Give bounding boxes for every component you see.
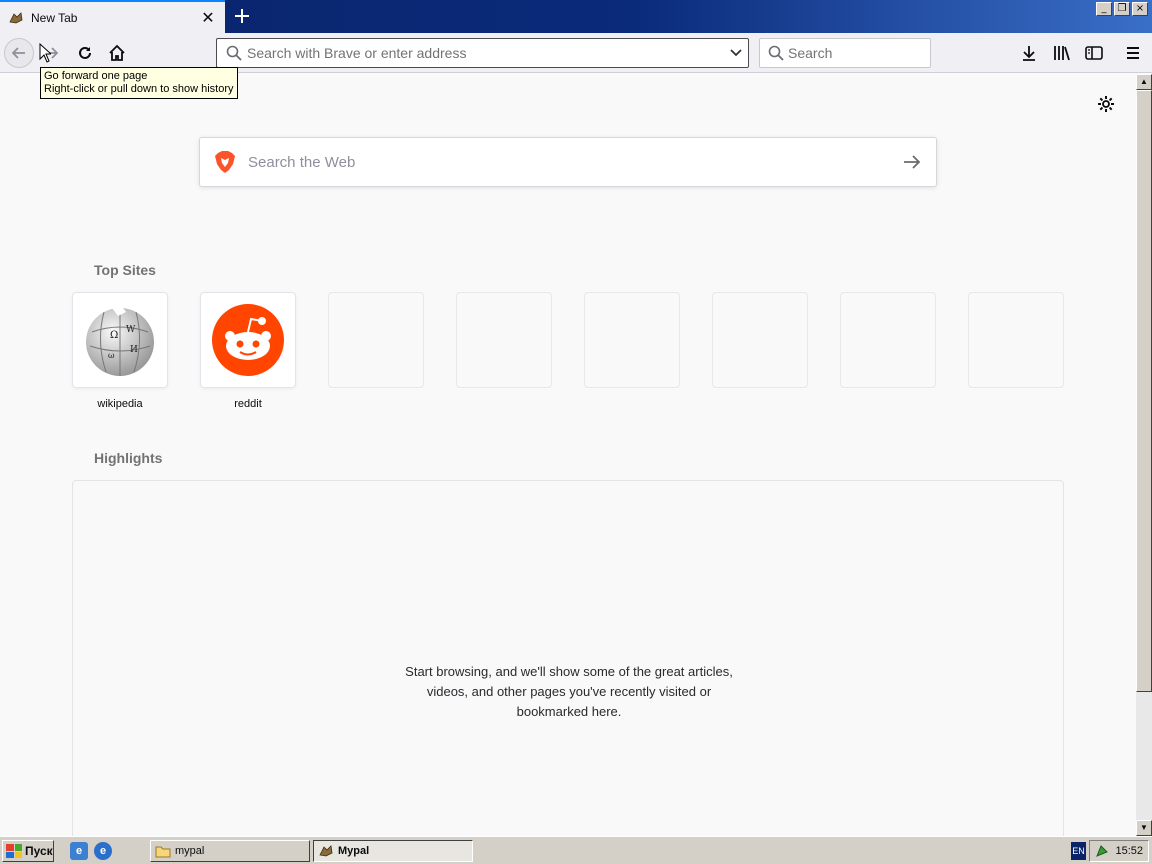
sidebar-button[interactable]: [1079, 38, 1109, 68]
empty-site-tile[interactable]: [328, 292, 424, 388]
task-label: mypal: [175, 845, 205, 857]
mouse-cursor-icon: [39, 43, 51, 63]
search-submit-arrow-icon[interactable]: [888, 138, 936, 186]
site-label: wikipedia: [97, 398, 143, 410]
restore-button[interactable]: ❐: [1114, 2, 1130, 16]
taskbar-item-browser[interactable]: Mypal: [313, 840, 473, 862]
plus-icon: [235, 9, 249, 23]
url-bar[interactable]: [216, 38, 749, 68]
site-tile[interactable]: Ω W И ω: [72, 292, 168, 388]
svg-text:W: W: [126, 325, 136, 335]
scroll-down-arrow-icon[interactable]: ▼: [1136, 820, 1152, 836]
arrow-left-icon: [11, 47, 25, 59]
empty-site-tile[interactable]: [584, 292, 680, 388]
hamburger-menu-icon: [1127, 47, 1139, 59]
downloads-button[interactable]: [1014, 38, 1044, 68]
highlights-panel: Start browsing, and we'll show some of t…: [72, 480, 1064, 836]
tray-app-icon[interactable]: [1095, 844, 1109, 858]
search-input[interactable]: [788, 40, 969, 66]
top-site-empty[interactable]: [584, 292, 680, 388]
search-bar[interactable]: [759, 38, 969, 68]
top-site-wikipedia[interactable]: Ω W И ω wikipedia: [72, 292, 168, 410]
back-button[interactable]: [4, 38, 34, 68]
scrollbar-thumb[interactable]: [1136, 90, 1152, 692]
top-site-empty[interactable]: [328, 292, 424, 388]
highlights-message-line: bookmarked here.: [516, 704, 622, 719]
title-bar: New Tab ✕ _ ❐ ×: [0, 0, 1152, 33]
highlights-empty-message: Start browsing, and we'll show some of t…: [73, 662, 1065, 722]
highlights-title: Highlights: [94, 450, 163, 466]
svg-text:Ω: Ω: [110, 330, 118, 341]
forward-tooltip: Go forward one page Right-click or pull …: [40, 67, 238, 99]
internet-explorer-icon[interactable]: e: [94, 842, 112, 860]
taskbar-item-folder[interactable]: mypal: [150, 840, 310, 862]
tab-title: New Tab: [31, 10, 78, 25]
home-icon: [109, 44, 125, 61]
show-desktop-icon[interactable]: e: [70, 842, 88, 860]
top-site-reddit[interactable]: reddit: [200, 292, 296, 410]
top-site-empty[interactable]: [712, 292, 808, 388]
task-label: Mypal: [338, 845, 370, 857]
url-input[interactable]: [247, 40, 724, 66]
tab-new-tab[interactable]: New Tab ✕: [0, 0, 225, 33]
close-window-button[interactable]: ×: [1132, 2, 1148, 16]
reddit-alien-icon: [212, 304, 284, 376]
new-tab-button[interactable]: [228, 2, 256, 30]
start-button[interactable]: Пуск: [2, 840, 54, 862]
system-tray: 15:52: [1089, 840, 1149, 862]
web-search-box[interactable]: [199, 137, 937, 187]
menu-button[interactable]: [1118, 38, 1148, 68]
top-site-empty[interactable]: [840, 292, 936, 388]
windows-logo-icon: [6, 844, 22, 858]
settings-gear-icon[interactable]: [1094, 92, 1118, 116]
site-tile[interactable]: [200, 292, 296, 388]
empty-site-tile[interactable]: [968, 292, 1064, 388]
highlights-message-line: videos, and other pages you've recently …: [426, 684, 712, 699]
tooltip-line-2: Right-click or pull down to show history: [44, 83, 234, 95]
wikipedia-globe-icon: Ω W И ω: [86, 304, 154, 376]
mypal-icon: [319, 845, 333, 857]
download-icon: [1023, 46, 1035, 61]
language-indicator[interactable]: EN: [1071, 842, 1086, 860]
vertical-scrollbar[interactable]: ▲ ▼: [1136, 74, 1152, 836]
sidebar-icon: [1085, 46, 1103, 60]
start-label: Пуск: [25, 844, 53, 858]
top-sites-title: Top Sites: [94, 262, 156, 278]
new-tab-page: Top Sites Ω W И ω wikipedia: [0, 74, 1136, 836]
tooltip-line-1: Go forward one page: [44, 70, 148, 82]
search-icon: [768, 44, 784, 62]
empty-site-tile[interactable]: [712, 292, 808, 388]
top-site-empty[interactable]: [968, 292, 1064, 388]
web-search-input[interactable]: [248, 142, 888, 182]
minimize-button[interactable]: _: [1096, 2, 1112, 16]
top-site-empty[interactable]: [456, 292, 552, 388]
reload-icon: [79, 46, 91, 59]
window-controls: _ ❐ ×: [1096, 2, 1148, 16]
site-label: reddit: [234, 398, 262, 410]
empty-site-tile[interactable]: [456, 292, 552, 388]
svg-text:ω: ω: [108, 351, 115, 360]
close-tab-icon[interactable]: ✕: [197, 7, 219, 29]
library-button[interactable]: [1047, 38, 1077, 68]
chevron-down-icon[interactable]: [724, 41, 748, 65]
search-icon: [225, 44, 243, 62]
brave-lion-icon: [215, 151, 235, 173]
library-icon: [1054, 46, 1070, 61]
svg-text:И: И: [130, 345, 138, 355]
mypal-icon: [8, 10, 24, 26]
highlights-message-line: Start browsing, and we'll show some of t…: [405, 664, 733, 679]
home-button[interactable]: [102, 38, 132, 68]
windows-taskbar: Пуск e e mypal Mypal EN 15:52: [0, 836, 1152, 864]
scroll-up-arrow-icon[interactable]: ▲: [1136, 74, 1152, 90]
reload-button[interactable]: [70, 38, 100, 68]
empty-site-tile[interactable]: [840, 292, 936, 388]
clock[interactable]: 15:52: [1115, 845, 1143, 857]
folder-icon: [155, 846, 171, 858]
